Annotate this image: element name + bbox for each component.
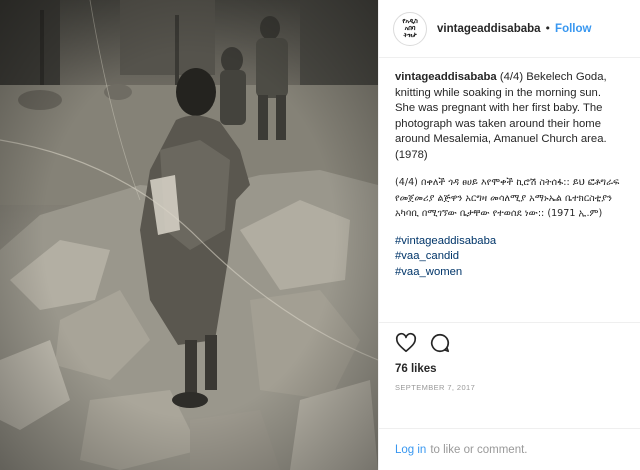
- post-photo[interactable]: [0, 0, 378, 470]
- caption-english: vintageaddisababa (4/4) Bekelech Goda, k…: [395, 70, 624, 163]
- post-actions: 76 likes SEPTEMBER 7, 2017: [379, 322, 640, 428]
- hashtag-link[interactable]: #vaa_women: [395, 266, 462, 278]
- caption-text: (4/4) Bekelech Goda, knitting while soak…: [395, 71, 607, 161]
- login-link[interactable]: Log in: [395, 444, 426, 456]
- hashtag-link[interactable]: #vintageaddisababa: [395, 235, 496, 247]
- post-sidebar: የአዲስ አበባ ትዝታ vintageaddisababa • Follow …: [378, 0, 640, 470]
- separator-dot: •: [544, 22, 552, 35]
- post-date: SEPTEMBER 7, 2017: [395, 383, 476, 392]
- caption-area: vintageaddisababa (4/4) Bekelech Goda, k…: [379, 58, 640, 322]
- comment-bubble-icon[interactable]: [429, 332, 451, 354]
- hashtag-link[interactable]: #vaa_candid: [395, 250, 459, 262]
- likes-count[interactable]: 76 likes: [395, 363, 624, 375]
- instagram-post: የአዲስ አበባ ትዝታ vintageaddisababa • Follow …: [0, 0, 640, 470]
- hashtag-list: #vintageaddisababa #vaa_candid #vaa_wome…: [395, 234, 624, 281]
- username-link[interactable]: vintageaddisababa: [437, 23, 541, 35]
- vintage-photograph: [0, 0, 378, 470]
- avatar-text-line: ትዝታ: [403, 31, 417, 39]
- heart-icon[interactable]: [395, 332, 417, 354]
- caption-amharic: (4/4) በቀለች ጎዳ ፀሀይ እየሞቀች ኪሮሽ ስትሰፋ:: ይህ ፎቶ…: [395, 177, 620, 219]
- action-icons: [395, 331, 624, 355]
- follow-button[interactable]: Follow: [555, 23, 591, 35]
- comment-prompt: to like or comment.: [430, 443, 528, 456]
- avatar[interactable]: የአዲስ አበባ ትዝታ: [393, 11, 427, 46]
- comment-bar: Log in to like or comment.: [379, 428, 640, 470]
- post-header: የአዲስ አበባ ትዝታ vintageaddisababa • Follow: [379, 0, 640, 58]
- caption-username-link[interactable]: vintageaddisababa: [395, 71, 497, 83]
